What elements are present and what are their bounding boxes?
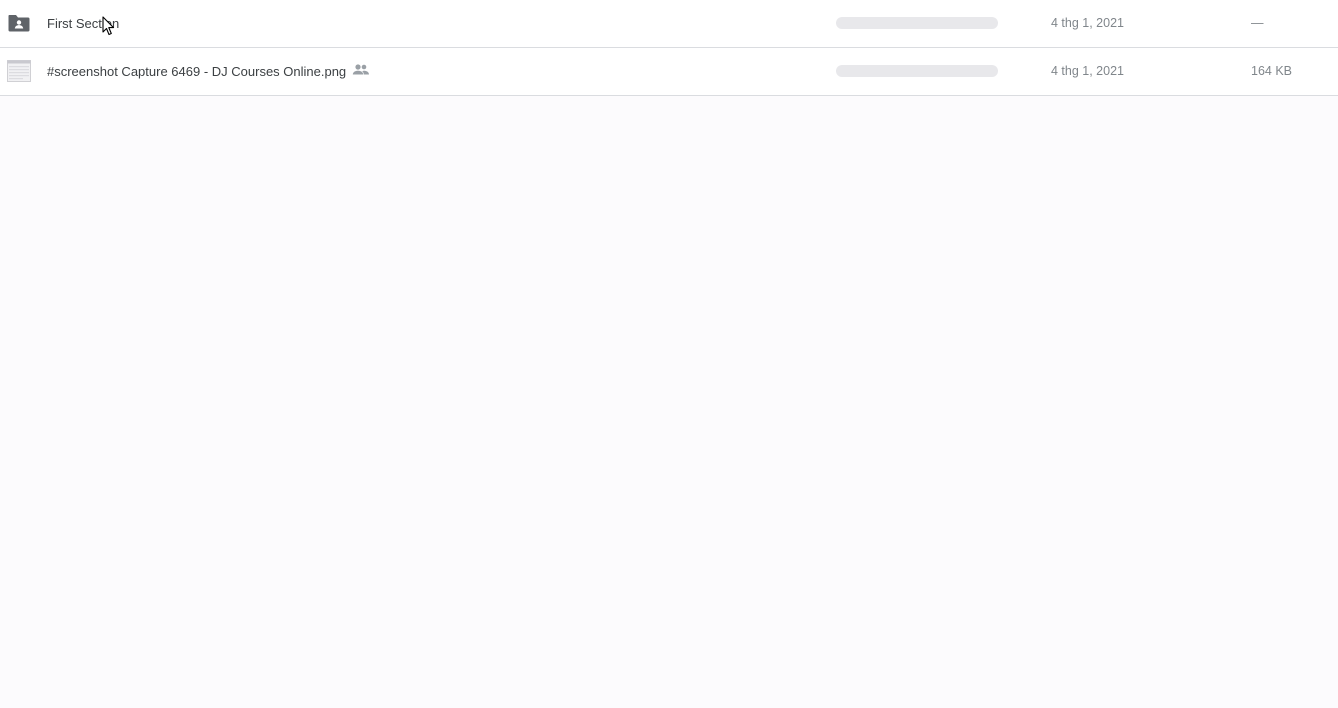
owner-placeholder	[836, 65, 998, 77]
file-size: —	[1251, 16, 1264, 30]
file-row-folder[interactable]: First Section 4 thg 1, 2021 —	[0, 0, 1338, 48]
file-size: 164 KB	[1251, 64, 1293, 78]
modified-date: 4 thg 1, 2021	[1051, 64, 1124, 78]
file-list: First Section 4 thg 1, 2021 — #screensho…	[0, 0, 1338, 96]
file-name[interactable]: First Section	[47, 15, 119, 32]
file-name[interactable]: #screenshot Capture 6469 - DJ Courses On…	[47, 63, 346, 80]
shared-folder-icon	[7, 12, 31, 34]
image-thumbnail-icon	[7, 60, 31, 82]
people-icon	[352, 63, 370, 77]
owner-placeholder	[836, 17, 998, 29]
modified-date: 4 thg 1, 2021	[1051, 16, 1124, 30]
file-row-image[interactable]: #screenshot Capture 6469 - DJ Courses On…	[0, 48, 1338, 96]
